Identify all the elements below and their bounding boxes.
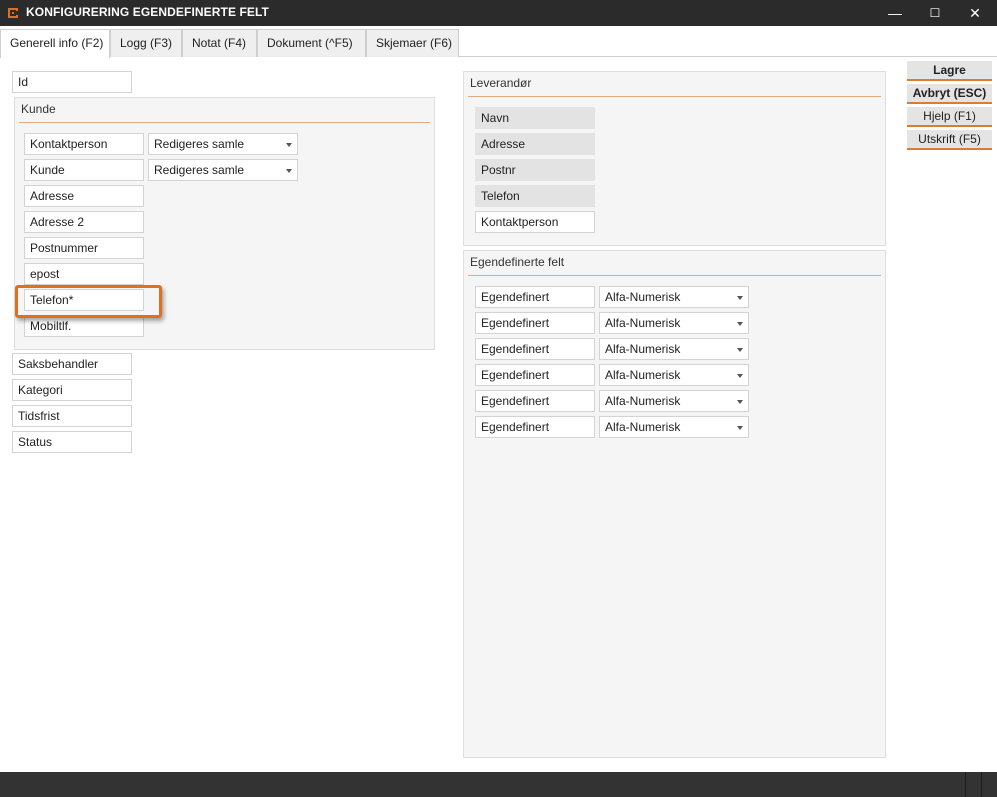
app-logo-icon — [8, 8, 18, 18]
custom-field-name[interactable]: Egendefinert — [475, 286, 595, 308]
kunde-field-postnummer[interactable]: Postnummer — [24, 237, 144, 259]
tab-generell-info[interactable]: Generell info (F2) — [0, 29, 110, 58]
save-button[interactable]: Lagre — [907, 61, 992, 81]
minimize-icon: — — [888, 5, 902, 21]
custom-field-name[interactable]: Egendefinert — [475, 364, 595, 386]
status-bar-separator — [965, 772, 966, 797]
tab-skjemaer[interactable]: Skjemaer (F6) — [366, 29, 459, 57]
leverandor-field-navn[interactable]: Navn — [475, 107, 595, 129]
kunde-group-title: Kunde — [21, 102, 56, 116]
tab-notat[interactable]: Notat (F4) — [182, 29, 257, 57]
chevron-down-icon — [737, 348, 743, 352]
custom-field-type-select[interactable]: Alfa-Numerisk — [599, 286, 749, 308]
maximize-button[interactable]: ☐ — [915, 0, 955, 26]
custom-field-type-select[interactable]: Alfa-Numerisk — [599, 416, 749, 438]
custom-field-name[interactable]: Egendefinert — [475, 338, 595, 360]
kontaktperson-edit-select[interactable]: Redigeres samle — [148, 133, 298, 155]
custom-field-type-select[interactable]: Alfa-Numerisk — [599, 312, 749, 334]
id-field[interactable]: Id — [12, 71, 132, 93]
kunde-field-mobiltlf[interactable]: Mobiltlf. — [24, 315, 144, 337]
kunde-field-kunde[interactable]: Kunde — [24, 159, 144, 181]
leverandor-field-postnr[interactable]: Postnr — [475, 159, 595, 181]
select-value: Alfa-Numerisk — [605, 290, 681, 304]
leverandor-group-title: Leverandør — [470, 76, 532, 90]
field-saksbehandler[interactable]: Saksbehandler — [12, 353, 132, 375]
title-bar: KONFIGURERING EGENDEFINERTE FELT — ☐ ✕ — [0, 0, 997, 26]
cancel-button[interactable]: Avbryt (ESC) — [907, 84, 992, 104]
field-status[interactable]: Status — [12, 431, 132, 453]
tab-dokument[interactable]: Dokument (^F5) — [257, 29, 366, 57]
kunde-field-adresse-2[interactable]: Adresse 2 — [24, 211, 144, 233]
kunde-field-kontaktperson[interactable]: Kontaktperson — [24, 133, 144, 155]
select-value: Alfa-Numerisk — [605, 394, 681, 408]
chevron-down-icon — [737, 322, 743, 326]
custom-field-type-select[interactable]: Alfa-Numerisk — [599, 364, 749, 386]
custom-field-name[interactable]: Egendefinert — [475, 416, 595, 438]
field-kategori[interactable]: Kategori — [12, 379, 132, 401]
close-icon: ✕ — [969, 4, 981, 21]
kunde-edit-select[interactable]: Redigeres samle — [148, 159, 298, 181]
tab-bar: Generell info (F2) Logg (F3) Notat (F4) … — [0, 26, 997, 58]
tab-logg[interactable]: Logg (F3) — [110, 29, 182, 57]
select-value: Redigeres samle — [154, 163, 245, 177]
status-bar-separator — [981, 772, 982, 797]
print-button[interactable]: Utskrift (F5) — [907, 130, 992, 150]
select-value: Redigeres samle — [154, 137, 245, 151]
chevron-down-icon — [737, 374, 743, 378]
status-bar — [0, 772, 997, 797]
leverandor-field-adresse[interactable]: Adresse — [475, 133, 595, 155]
telefon-highlight-box — [15, 285, 162, 318]
chevron-down-icon — [737, 426, 743, 430]
leverandor-group-divider — [468, 96, 881, 97]
chevron-down-icon — [737, 296, 743, 300]
leverandor-field-kontaktperson[interactable]: Kontaktperson — [475, 211, 595, 233]
close-button[interactable]: ✕ — [955, 0, 995, 26]
maximize-icon: ☐ — [929, 6, 941, 20]
custom-field-name[interactable]: Egendefinert — [475, 312, 595, 334]
egendefinerte-group-divider — [468, 275, 881, 276]
help-button[interactable]: Hjelp (F1) — [907, 107, 992, 127]
kunde-field-epost[interactable]: epost — [24, 263, 144, 285]
custom-field-name[interactable]: Egendefinert — [475, 390, 595, 412]
select-value: Alfa-Numerisk — [605, 342, 681, 356]
kunde-group-divider — [19, 122, 430, 123]
kunde-field-adresse[interactable]: Adresse — [24, 185, 144, 207]
minimize-button[interactable]: — — [875, 0, 915, 26]
chevron-down-icon — [286, 143, 292, 147]
select-value: Alfa-Numerisk — [605, 368, 681, 382]
select-value: Alfa-Numerisk — [605, 316, 681, 330]
egendefinerte-group-title: Egendefinerte felt — [470, 255, 565, 269]
field-tidsfrist[interactable]: Tidsfrist — [12, 405, 132, 427]
custom-field-type-select[interactable]: Alfa-Numerisk — [599, 338, 749, 360]
select-value: Alfa-Numerisk — [605, 420, 681, 434]
custom-field-type-select[interactable]: Alfa-Numerisk — [599, 390, 749, 412]
chevron-down-icon — [737, 400, 743, 404]
chevron-down-icon — [286, 169, 292, 173]
leverandor-field-telefon[interactable]: Telefon — [475, 185, 595, 207]
window-title: KONFIGURERING EGENDEFINERTE FELT — [26, 5, 269, 19]
